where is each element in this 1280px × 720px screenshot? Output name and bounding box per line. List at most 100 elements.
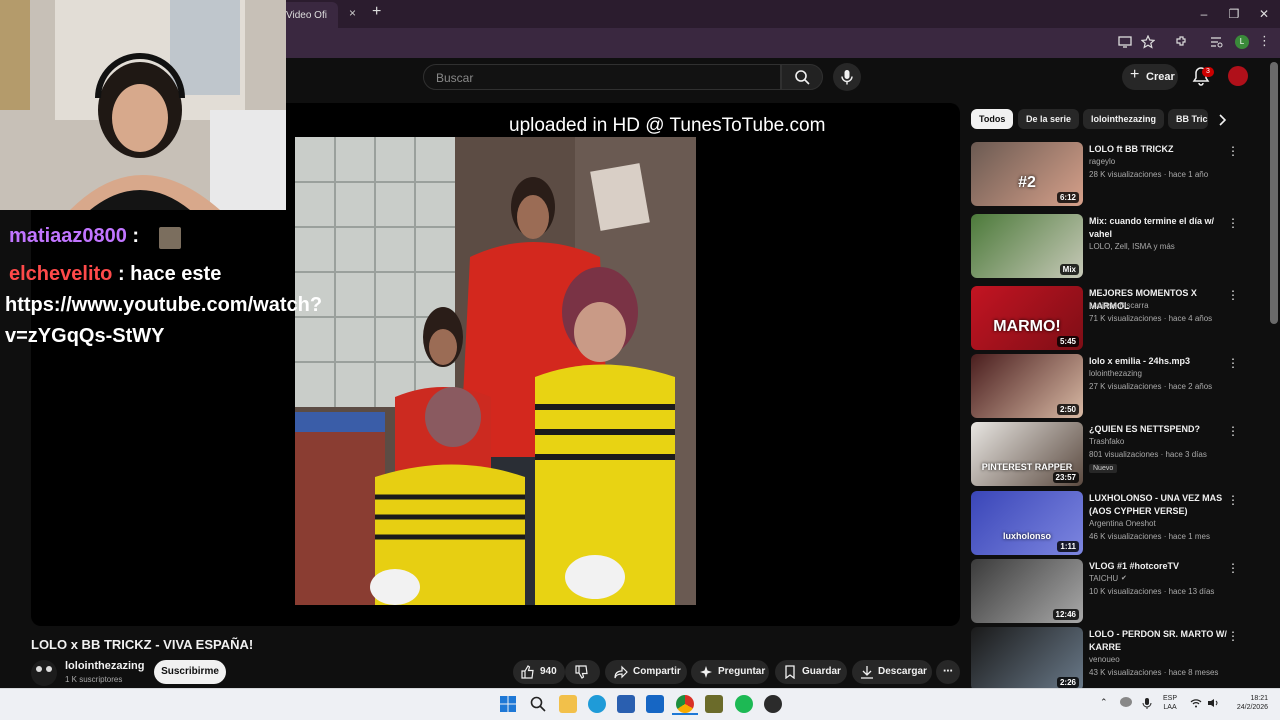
wifi-icon[interactable] [1190, 698, 1202, 708]
download-button[interactable]: Descargar [852, 660, 932, 684]
recommendation-item[interactable]: luxholonso 1:11 LUXHOLONSO - UNA VEZ MAS (… [971, 491, 1251, 555]
tray-mic-icon[interactable] [1141, 697, 1153, 709]
store-icon[interactable] [617, 695, 635, 713]
search-button[interactable] [781, 64, 823, 90]
user-avatar[interactable] [1228, 66, 1248, 86]
taskbar-search-icon[interactable] [530, 696, 546, 712]
obs-icon[interactable] [764, 695, 782, 713]
system-clock[interactable]: 18:21 24/2/2026 [1228, 694, 1268, 712]
voice-search-button[interactable] [833, 63, 861, 91]
like-button[interactable]: 940 [513, 660, 565, 684]
recommendation-channel[interactable]: rageylo [1089, 157, 1115, 166]
recommendation-item[interactable]: 2:50 lolo x emilia - 24hs.mp3 lolointhezaz… [971, 354, 1251, 418]
recommendation-channel[interactable]: Argentina Oneshot [1089, 519, 1156, 528]
media-controls-icon[interactable] [1209, 35, 1223, 49]
video-duration: 2:50 [1056, 404, 1079, 415]
video-thumbnail[interactable]: #2 6:12 [971, 142, 1083, 206]
more-options-icon[interactable]: ⋮ [1227, 356, 1239, 370]
recommendation-meta: 46 K visualizaciones · hace 1 mes [1089, 532, 1210, 541]
recommendation-channel[interactable]: TAICHU [1089, 574, 1118, 583]
channel-avatar[interactable] [31, 660, 57, 686]
tray-app-icon[interactable] [1120, 697, 1132, 707]
more-options-icon[interactable]: ⋮ [1227, 493, 1239, 507]
share-label: Compartir [633, 666, 681, 677]
volume-icon[interactable] [1207, 698, 1219, 708]
mail-icon[interactable] [646, 695, 664, 713]
chip-todos[interactable]: Todos [971, 109, 1014, 129]
video-thumbnail[interactable]: luxholonso 1:11 [971, 491, 1083, 555]
more-options-icon[interactable]: ⋮ [1227, 144, 1239, 158]
new-tab-button[interactable]: + [372, 3, 381, 21]
recommendation-item[interactable]: 12:46 VLOG #1 #hotcoreTV TAICHU ✔ 10 K visua… [971, 559, 1251, 623]
tray-overflow-icon[interactable]: ⌃ [1100, 697, 1108, 708]
recommendation-channel[interactable]: LOLO, Zell, ISMA y más [1089, 242, 1175, 251]
recommendation-title[interactable]: LOLO - PERDON SR. MARTO W/ KARRE [1089, 628, 1229, 654]
file-explorer-icon[interactable] [559, 695, 577, 713]
recommendation-title[interactable]: lolo x emilia - 24hs.mp3 [1089, 355, 1229, 368]
video-thumbnail[interactable]: 2:50 [971, 354, 1083, 418]
recommendation-item[interactable]: 2:26 LOLO - PERDON SR. MARTO W/ KARRE veno… [971, 627, 1251, 691]
recommendation-meta: 801 visualizaciones · hace 3 días [1089, 450, 1207, 459]
bookmark-star-icon[interactable] [1141, 35, 1155, 49]
window-close-button[interactable]: ✕ [1249, 4, 1279, 24]
video-thumbnail[interactable]: MARMO! 5:45 [971, 286, 1083, 350]
more-options-icon[interactable]: ⋮ [1227, 288, 1239, 302]
channel-logo-icon [36, 666, 52, 672]
save-button[interactable]: Guardar [775, 660, 847, 684]
chip-bb-trickz[interactable]: BB Trickz [1168, 109, 1208, 129]
recommendation-channel[interactable]: lolointhezazing [1089, 369, 1142, 378]
search-input[interactable]: Buscar [423, 64, 781, 90]
minecraft-icon[interactable] [705, 695, 723, 713]
recommendation-item[interactable]: Mix Mix: cuando termine el día w/ vahel LO… [971, 214, 1251, 278]
share-button[interactable]: Compartir [605, 660, 687, 684]
recommendation-channel[interactable]: Trashfako [1089, 437, 1124, 446]
recommendation-item[interactable]: PINTEREST RAPPER 23:57 ¿QUIEN ES NETTSPEND… [971, 422, 1251, 486]
dislike-button[interactable] [565, 660, 600, 684]
recommendation-title[interactable]: ¿QUIEN ES NETTSPEND? [1089, 423, 1229, 436]
ask-button[interactable]: Preguntar [691, 660, 769, 684]
chrome-icon[interactable] [676, 695, 694, 713]
video-thumbnail[interactable]: Mix [971, 214, 1083, 278]
recommendation-title[interactable]: Mix: cuando termine el día w/ vahel [1089, 215, 1229, 241]
clock-date: 24/2/2026 [1236, 704, 1268, 711]
new-badge: Nuevo [1089, 464, 1118, 473]
window-minimize-button[interactable]: – [1189, 4, 1219, 24]
window-restore-button[interactable]: ❐ [1219, 4, 1249, 24]
recommendation-title[interactable]: VLOG #1 #hotcoreTV [1089, 560, 1229, 573]
edge-browser-icon[interactable] [588, 695, 606, 713]
more-options-icon[interactable]: ⋮ [1227, 216, 1239, 230]
profile-avatar[interactable]: L [1235, 35, 1249, 49]
recommendation-title[interactable]: LUXHOLONSO - UNA VEZ MAS (AOS CYPHER VER… [1089, 492, 1229, 518]
chip-de-la-serie[interactable]: De la serie [1018, 109, 1080, 129]
keyboard-language[interactable]: ESP LAA [1163, 694, 1177, 712]
recommendation-channel[interactable]: venoueo [1089, 655, 1120, 664]
thumbnail-caption: #2 [1018, 174, 1036, 191]
video-thumbnail[interactable]: 2:26 [971, 627, 1083, 691]
recommendation-meta: 10 K visualizaciones · hace 13 días [1089, 587, 1215, 596]
more-actions-button[interactable]: ⋯ [936, 660, 960, 684]
video-thumbnail[interactable]: PINTEREST RAPPER 23:57 [971, 422, 1083, 486]
recommendation-title[interactable]: LOLO ft BB TRICKZ [1089, 143, 1229, 156]
recommendation-item[interactable]: #2 6:12 LOLO ft BB TRICKZ rageylo 28 K visua… [971, 142, 1251, 206]
more-options-icon[interactable]: ⋮ [1227, 629, 1239, 643]
recommendation-meta: 71 K visualizaciones · hace 4 años [1089, 314, 1213, 323]
spotify-icon[interactable] [735, 695, 753, 713]
windows-start-icon[interactable] [500, 696, 516, 712]
install-app-icon[interactable] [1118, 35, 1132, 49]
video-thumbnail[interactable]: 12:46 [971, 559, 1083, 623]
chevron-right-icon[interactable] [1216, 113, 1228, 127]
channel-name[interactable]: lolointhezazing [65, 660, 144, 672]
recommendation-meta: 43 K visualizaciones · hace 8 meses [1089, 668, 1219, 677]
more-options-icon[interactable]: ⋮ [1227, 424, 1239, 438]
more-options-icon[interactable]: ⋮ [1227, 561, 1239, 575]
subscribe-button[interactable]: Suscribirme [154, 660, 226, 684]
chip-lolointhezazing[interactable]: lolointhezazing [1083, 109, 1164, 129]
recommendation-item[interactable]: MARMO! 5:45 MEJORES MOMENTOS X MARMOL Lucia… [971, 286, 1251, 350]
extensions-icon[interactable] [1174, 35, 1188, 49]
sparkle-icon [700, 666, 712, 678]
browser-menu-icon[interactable]: ⋮ [1258, 33, 1271, 49]
recommendation-channel[interactable]: Luciano Biscarra [1089, 301, 1149, 310]
tab-close-icon[interactable]: × [349, 6, 356, 20]
page-scrollbar[interactable] [1270, 62, 1278, 324]
browser-tab-active[interactable]: Video Ofi [280, 2, 338, 28]
